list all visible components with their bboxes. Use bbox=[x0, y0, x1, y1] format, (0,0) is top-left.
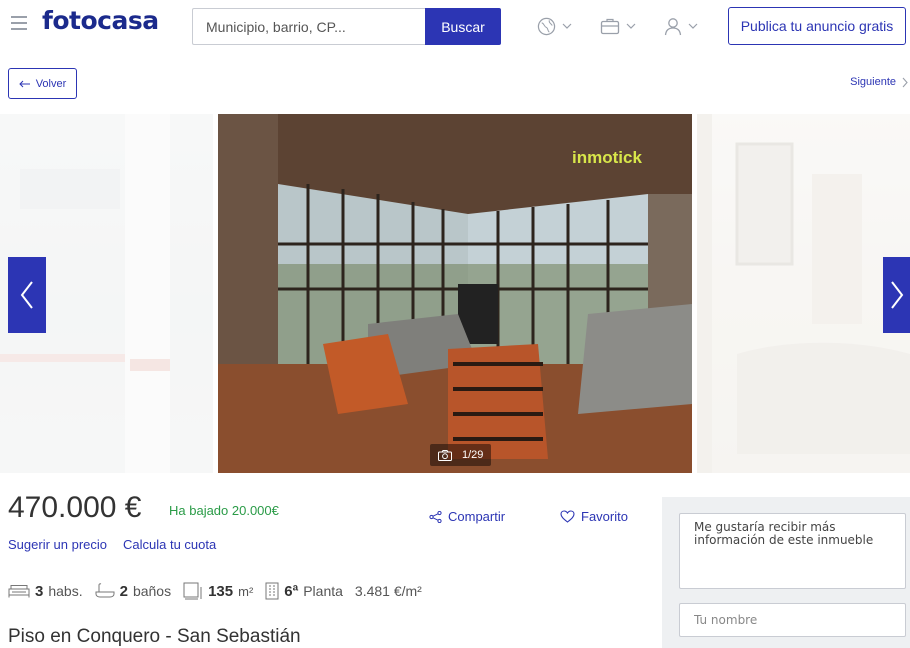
rooms-feature: 3 habs. bbox=[8, 583, 83, 600]
area-icon bbox=[183, 582, 202, 600]
chevron-right-icon bbox=[890, 281, 903, 309]
arrow-left-icon bbox=[18, 80, 30, 87]
contact-form: Me gustaría recibir más información de e… bbox=[662, 497, 910, 648]
area-feature: 135 m² bbox=[183, 582, 253, 600]
chevron-left-icon bbox=[20, 281, 33, 309]
main-photo[interactable]: inmotick bbox=[218, 114, 692, 473]
chevron-down-icon bbox=[626, 23, 636, 29]
next-label: Siguiente bbox=[850, 76, 896, 88]
briefcase-icon bbox=[600, 18, 620, 35]
fotocasa-logo[interactable]: fotocasa bbox=[42, 6, 159, 35]
calculate-fee-link[interactable]: Calcula tu cuota bbox=[123, 537, 216, 552]
share-button[interactable]: Compartir bbox=[429, 509, 505, 524]
photo-counter[interactable]: 1/29 bbox=[430, 444, 492, 466]
favorite-label: Favorito bbox=[581, 509, 628, 524]
bathtub-icon bbox=[95, 583, 115, 598]
back-button[interactable]: Volver bbox=[8, 68, 77, 99]
baths-unit: baños bbox=[132, 583, 172, 599]
camera-icon bbox=[438, 449, 452, 461]
price-per-m2-text: 3.481 €/m² bbox=[354, 583, 422, 599]
heart-icon bbox=[560, 510, 575, 523]
search-button[interactable]: Buscar bbox=[425, 8, 501, 45]
hamburger-menu-icon[interactable] bbox=[11, 16, 27, 30]
rooms-unit: habs. bbox=[48, 583, 83, 599]
bed-icon bbox=[8, 585, 30, 598]
share-icon bbox=[429, 510, 442, 523]
photo-counter-text: 1/29 bbox=[462, 449, 484, 461]
floor-unit: Planta bbox=[303, 583, 343, 599]
price-drop-badge: Ha bajado 20.000€ bbox=[169, 503, 279, 518]
language-dropdown[interactable] bbox=[537, 14, 572, 38]
photo-gallery: inmotick 1/29 bbox=[0, 114, 910, 473]
floor-value: 6ª bbox=[284, 582, 299, 600]
message-textarea[interactable]: Me gustaría recibir más información de e… bbox=[679, 513, 906, 589]
gallery-next-button[interactable] bbox=[883, 257, 910, 333]
building-icon bbox=[265, 582, 279, 600]
baths-feature: 2 baños bbox=[95, 582, 172, 600]
publish-ad-button[interactable]: Publica tu anuncio gratis bbox=[728, 7, 906, 45]
rooms-value: 3 bbox=[35, 582, 44, 600]
next-link[interactable]: Siguiente bbox=[850, 76, 908, 88]
chevron-down-icon bbox=[688, 23, 698, 29]
agency-watermark: inmotick bbox=[572, 148, 642, 167]
baths-value: 2 bbox=[119, 582, 128, 600]
share-label: Compartir bbox=[448, 509, 506, 524]
professionals-dropdown[interactable] bbox=[600, 14, 636, 38]
listing-title: Piso en Conquero - San Sebastián bbox=[8, 626, 301, 647]
user-dropdown[interactable] bbox=[664, 14, 698, 38]
price: 470.000 € bbox=[8, 491, 142, 524]
area-value: 135 bbox=[208, 582, 234, 600]
user-icon bbox=[664, 17, 682, 35]
suggest-price-link[interactable]: Sugerir un precio bbox=[8, 537, 107, 552]
property-features: 3 habs. 2 baños 135 m² 6ª Planta 3.481 €… bbox=[8, 580, 434, 602]
search-input[interactable] bbox=[192, 8, 425, 45]
name-input[interactable] bbox=[679, 603, 906, 637]
favorite-button[interactable]: Favorito bbox=[560, 509, 628, 524]
chevron-right-icon bbox=[902, 77, 908, 87]
area-unit: m² bbox=[238, 583, 254, 599]
gallery-prev-button[interactable] bbox=[8, 257, 46, 333]
chevron-down-icon bbox=[562, 23, 572, 29]
header: fotocasa Buscar Publica tu anuncio grati… bbox=[0, 0, 910, 52]
back-label: Volver bbox=[35, 77, 67, 90]
globe-icon bbox=[537, 17, 556, 35]
floor-feature: 6ª Planta bbox=[265, 582, 343, 600]
price-per-m2: 3.481 €/m² bbox=[355, 583, 422, 599]
